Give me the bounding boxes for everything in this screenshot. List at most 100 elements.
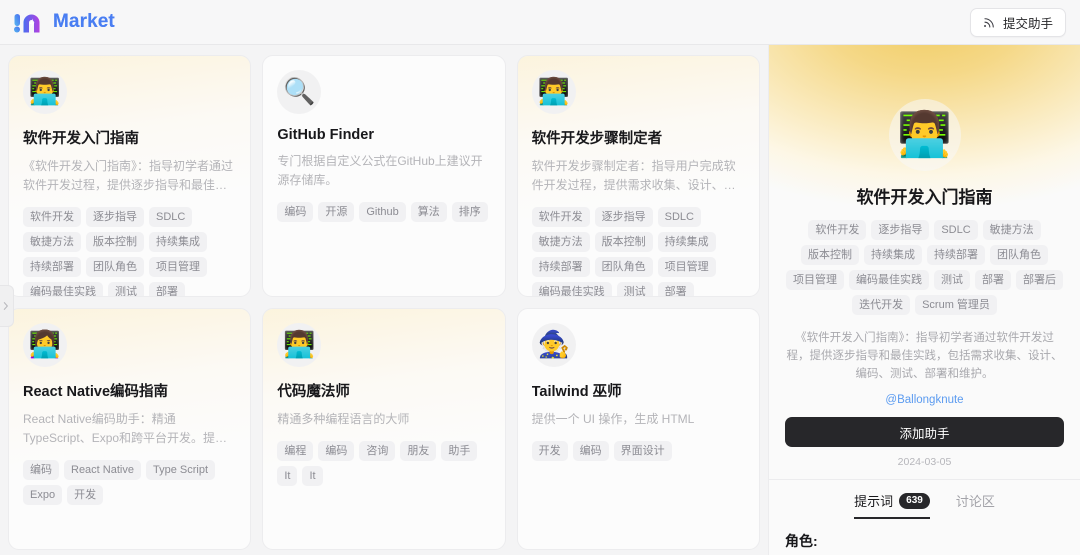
tag[interactable]: 版本控制 — [594, 232, 653, 252]
tag[interactable]: 敏捷方法 — [23, 232, 81, 252]
panel-tag[interactable]: 敏捷方法 — [982, 220, 1041, 240]
tag[interactable]: 软件开发 — [23, 207, 81, 227]
tag[interactable]: 逐步指导 — [86, 207, 144, 227]
panel-author-link[interactable]: @Ballongknute — [785, 394, 1064, 406]
card-description: React Native编码助手：精通TypeScript、Expo和跨平台开发… — [23, 412, 228, 445]
panel-description: 《软件开发入门指南》：指导初学者通过软件开发过程，提供逐步指导和最佳实践，包括需… — [786, 332, 1063, 380]
panel-tag[interactable]: 团队角色 — [990, 245, 1048, 265]
panel-tag[interactable]: Scrum 管理员 — [915, 295, 997, 315]
card-avatar: 👩‍💻 — [23, 323, 67, 367]
assistant-card[interactable]: 🧙 Tailwind 巫师 提供一个 UI 操作，生成 HTML 开发 编码 界面设计 — [516, 308, 760, 550]
submit-assistant-label: 提交助手 — [1002, 16, 1053, 31]
assistant-card[interactable]: 👨‍💻 软件开发步骤制定者 软件开发步骤制定者：指导用户完成软件开发过程，提供需求收… — [516, 55, 760, 297]
panel-tag[interactable]: 部署后 — [1016, 270, 1063, 290]
panel-date: 2024-03-05 — [897, 456, 952, 468]
tag[interactable]: 敏捷方法 — [531, 232, 590, 252]
tag[interactable]: 排序 — [451, 202, 488, 222]
tag[interactable]: 持续部署 — [531, 257, 590, 277]
tag[interactable]: 编码 — [277, 202, 314, 222]
tag[interactable]: 测试 — [616, 282, 653, 296]
tag[interactable]: SDLC — [657, 207, 701, 227]
submit-assistant-button[interactable]: 提交助手 — [969, 7, 1066, 37]
tag[interactable]: 持续部署 — [23, 257, 81, 277]
market-logo-icon — [14, 14, 40, 33]
panel-tag[interactable]: 持续集成 — [864, 245, 922, 265]
panel-title: 软件开发入门指南 — [856, 188, 993, 207]
rss-icon — [984, 17, 994, 28]
panel-tag[interactable]: 部署 — [975, 270, 1011, 290]
tag[interactable]: 界面设计 — [613, 441, 672, 461]
assistant-card[interactable]: 👨‍💻 软件开发入门指南 《软件开发入门指南》：指导初学者通过软件开发过程，提供逐步… — [8, 55, 252, 297]
panel-tag[interactable]: 版本控制 — [801, 245, 859, 265]
panel-tab-label: 讨论区 — [955, 494, 995, 509]
chevron-right-icon — [3, 302, 8, 310]
tag[interactable]: 算法 — [410, 202, 447, 222]
panel-tag[interactable]: 迭代开发 — [852, 295, 911, 315]
tag[interactable]: Type Script — [145, 460, 216, 480]
card-tag-list: 编程 编码 咨询 朋友 助手 It It — [277, 441, 490, 486]
tag[interactable]: 持续集成 — [149, 232, 207, 252]
panel-tabs: 提示词 639 讨论区 — [769, 480, 1080, 519]
tag[interactable]: 部署 — [149, 282, 185, 296]
tag[interactable]: 朋友 — [400, 441, 437, 461]
tag[interactable]: 编码 — [572, 441, 609, 461]
card-title: 软件开发步骤制定者 — [531, 131, 663, 147]
tag[interactable]: It — [277, 466, 298, 486]
card-description: 提供一个 UI 操作，生成 HTML — [531, 412, 695, 426]
panel-collapse-handle[interactable] — [0, 285, 14, 327]
tag[interactable]: Expo — [23, 485, 63, 505]
panel-section-title: 角色: — [785, 533, 818, 549]
app-header: Market 提交助手 — [0, 0, 1080, 45]
tag[interactable]: 编程 — [277, 441, 314, 461]
tag[interactable]: 项目管理 — [149, 257, 207, 277]
add-assistant-button[interactable]: 添加助手 — [785, 417, 1064, 447]
tag[interactable]: 团队角色 — [594, 257, 653, 277]
panel-avatar: 👨‍💻 — [888, 99, 961, 171]
panel-tag[interactable]: 持续部署 — [927, 245, 985, 265]
tag[interactable]: 咨询 — [359, 441, 396, 461]
tag[interactable]: 编码 — [23, 460, 59, 480]
assistant-card[interactable]: 👨‍💻 代码魔法师 精通多种编程语言的大师 编程 编码 咨询 朋友 助手 It It — [262, 308, 506, 550]
card-description: 《软件开发入门指南》：指导初学者通过软件开发过程，提供逐步指导和最佳实践，… — [23, 159, 234, 192]
tag[interactable]: 开源 — [318, 202, 355, 222]
panel-tab[interactable]: 提示词 639 — [854, 491, 930, 519]
card-description: 精通多种编程语言的大师 — [277, 412, 410, 426]
card-tag-list: 编码 React Native Type Script Expo 开发 — [23, 460, 236, 505]
market-app: Market 提交助手 👨‍💻 软件开发入门指南 《软件开发入门指南》：指导初学者通… — [0, 0, 1080, 555]
panel-content: 👨‍💻 软件开发入门指南 软件开发 逐步指导 SDLC 敏捷方法版本控制 持续集成 持续部… — [769, 45, 1080, 468]
assistant-card[interactable]: 👩‍💻 React Native编码指南 React Native编码助手：精通Ty… — [8, 308, 252, 550]
tag[interactable]: 开发 — [67, 485, 104, 505]
tag[interactable]: 编码最佳实践 — [531, 282, 612, 296]
tag[interactable]: 持续集成 — [657, 232, 716, 252]
panel-tag-list: 软件开发 逐步指导 SDLC 敏捷方法版本控制 持续集成 持续部署 团队角色项目管理 编码最佳… — [785, 220, 1064, 315]
tag[interactable]: It — [302, 466, 323, 486]
tag[interactable]: 团队角色 — [86, 257, 144, 277]
tag[interactable]: 助手 — [441, 441, 478, 461]
panel-tag[interactable]: 逐步指导 — [871, 220, 930, 240]
panel-tab-badge: 639 — [899, 492, 930, 509]
panel-tag[interactable]: 测试 — [934, 270, 970, 290]
tag[interactable]: Github — [359, 202, 406, 222]
card-avatar: 👨‍💻 — [531, 70, 576, 114]
panel-tag[interactable]: SDLC — [934, 220, 978, 240]
panel-tab[interactable]: 讨论区 — [956, 491, 995, 519]
panel-tag[interactable]: 软件开发 — [808, 220, 867, 240]
assistant-card[interactable]: 🔍 GitHub Finder 专门根据自定义公式在GitHub上建议开源存储库。编… — [262, 55, 506, 297]
tag[interactable]: 部署 — [657, 282, 694, 296]
brand: Market — [14, 11, 115, 33]
tag[interactable]: 编码最佳实践 — [23, 282, 103, 296]
assistant-grid-scroll[interactable]: 👨‍💻 软件开发入门指南 《软件开发入门指南》：指导初学者通过软件开发过程，提供逐步… — [0, 45, 768, 555]
tag[interactable]: 开发 — [531, 441, 568, 461]
panel-tag[interactable]: 项目管理 — [786, 270, 844, 290]
tag[interactable]: SDLC — [149, 207, 193, 227]
panel-tag[interactable]: 编码最佳实践 — [849, 270, 929, 290]
tag[interactable]: 项目管理 — [657, 257, 716, 277]
card-title: GitHub Finder — [277, 127, 374, 143]
tag[interactable]: 软件开发 — [531, 207, 590, 227]
card-title: Tailwind 巫师 — [531, 384, 622, 400]
tag[interactable]: 版本控制 — [86, 232, 144, 252]
tag[interactable]: 测试 — [108, 282, 144, 296]
tag[interactable]: 编码 — [318, 441, 355, 461]
tag[interactable]: React Native — [64, 460, 141, 480]
tag[interactable]: 逐步指导 — [594, 207, 653, 227]
